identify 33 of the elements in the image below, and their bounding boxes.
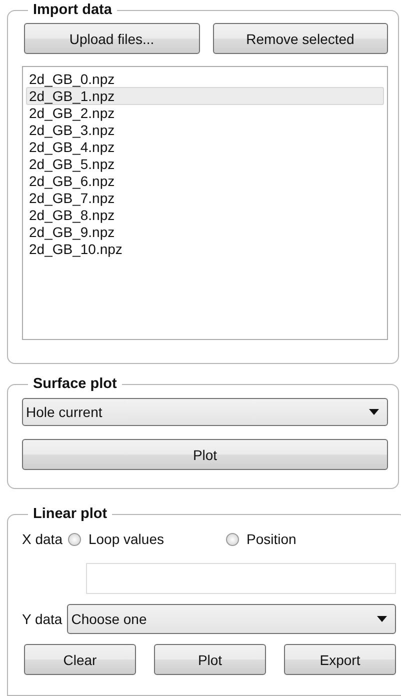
file-list-item[interactable]: 2d_GB_6.npz <box>26 172 384 190</box>
file-list-item[interactable]: 2d_GB_0.npz <box>26 70 384 88</box>
dropdown[interactable]: Hole current <box>22 398 388 426</box>
radio-option[interactable]: Position <box>226 531 296 547</box>
file-list-item[interactable]: 2d_GB_9.npz <box>26 223 384 241</box>
file-list-item[interactable]: 2d_GB_8.npz <box>26 206 384 224</box>
radio-label: Loop values <box>88 531 164 547</box>
radio-button[interactable] <box>68 532 82 546</box>
plot-button[interactable]: Plot <box>22 439 388 470</box>
file-list-item[interactable]: 2d_GB_10.npz <box>26 240 384 258</box>
input-field[interactable] <box>86 563 396 594</box>
file-list-item[interactable]: 2d_GB_2.npz <box>26 104 384 122</box>
file-list-item[interactable]: 2d_GB_1.npz <box>26 87 384 105</box>
field-label: Y data <box>22 611 62 627</box>
radio-label: Position <box>246 531 296 547</box>
file-list-item[interactable]: 2d_GB_4.npz <box>26 138 384 156</box>
caret-icon <box>377 616 387 622</box>
group-title: Import data <box>32 2 113 18</box>
file-list-item[interactable]: 2d_GB_3.npz <box>26 121 384 139</box>
radio-option[interactable]: Loop values <box>68 531 226 547</box>
group-title: Linear plot <box>32 506 108 522</box>
dropdown[interactable]: Choose one <box>67 604 396 634</box>
push-button[interactable]: Export <box>284 644 396 675</box>
radio-button[interactable] <box>226 532 240 546</box>
caret-icon <box>369 409 379 415</box>
push-button[interactable]: Clear <box>24 644 136 675</box>
group-title: Surface plot <box>32 376 118 392</box>
push-button[interactable]: Remove selected <box>212 23 388 54</box>
file-list-item[interactable]: 2d_GB_7.npz <box>26 189 384 207</box>
file-list-item[interactable]: 2d_GB_5.npz <box>26 155 384 173</box>
push-button[interactable]: Plot <box>154 644 266 675</box>
push-button[interactable]: Upload files... <box>24 23 200 54</box>
field-label: X data <box>22 531 62 547</box>
